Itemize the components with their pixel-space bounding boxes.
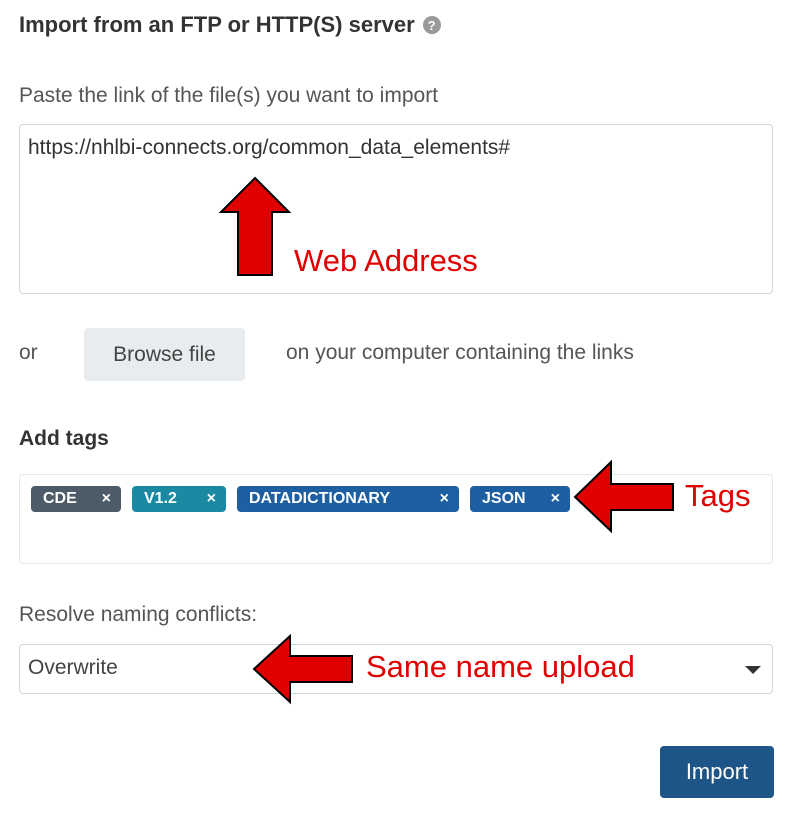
left-arrow-icon	[252, 633, 353, 705]
left-arrow-icon	[573, 459, 674, 534]
web-address-annotation: Web Address	[294, 243, 478, 278]
annotation-arrows	[218, 176, 674, 705]
tags-annotation: Tags	[685, 478, 751, 513]
same-name-annotation: Same name upload	[366, 649, 635, 684]
up-arrow-icon	[218, 176, 292, 276]
